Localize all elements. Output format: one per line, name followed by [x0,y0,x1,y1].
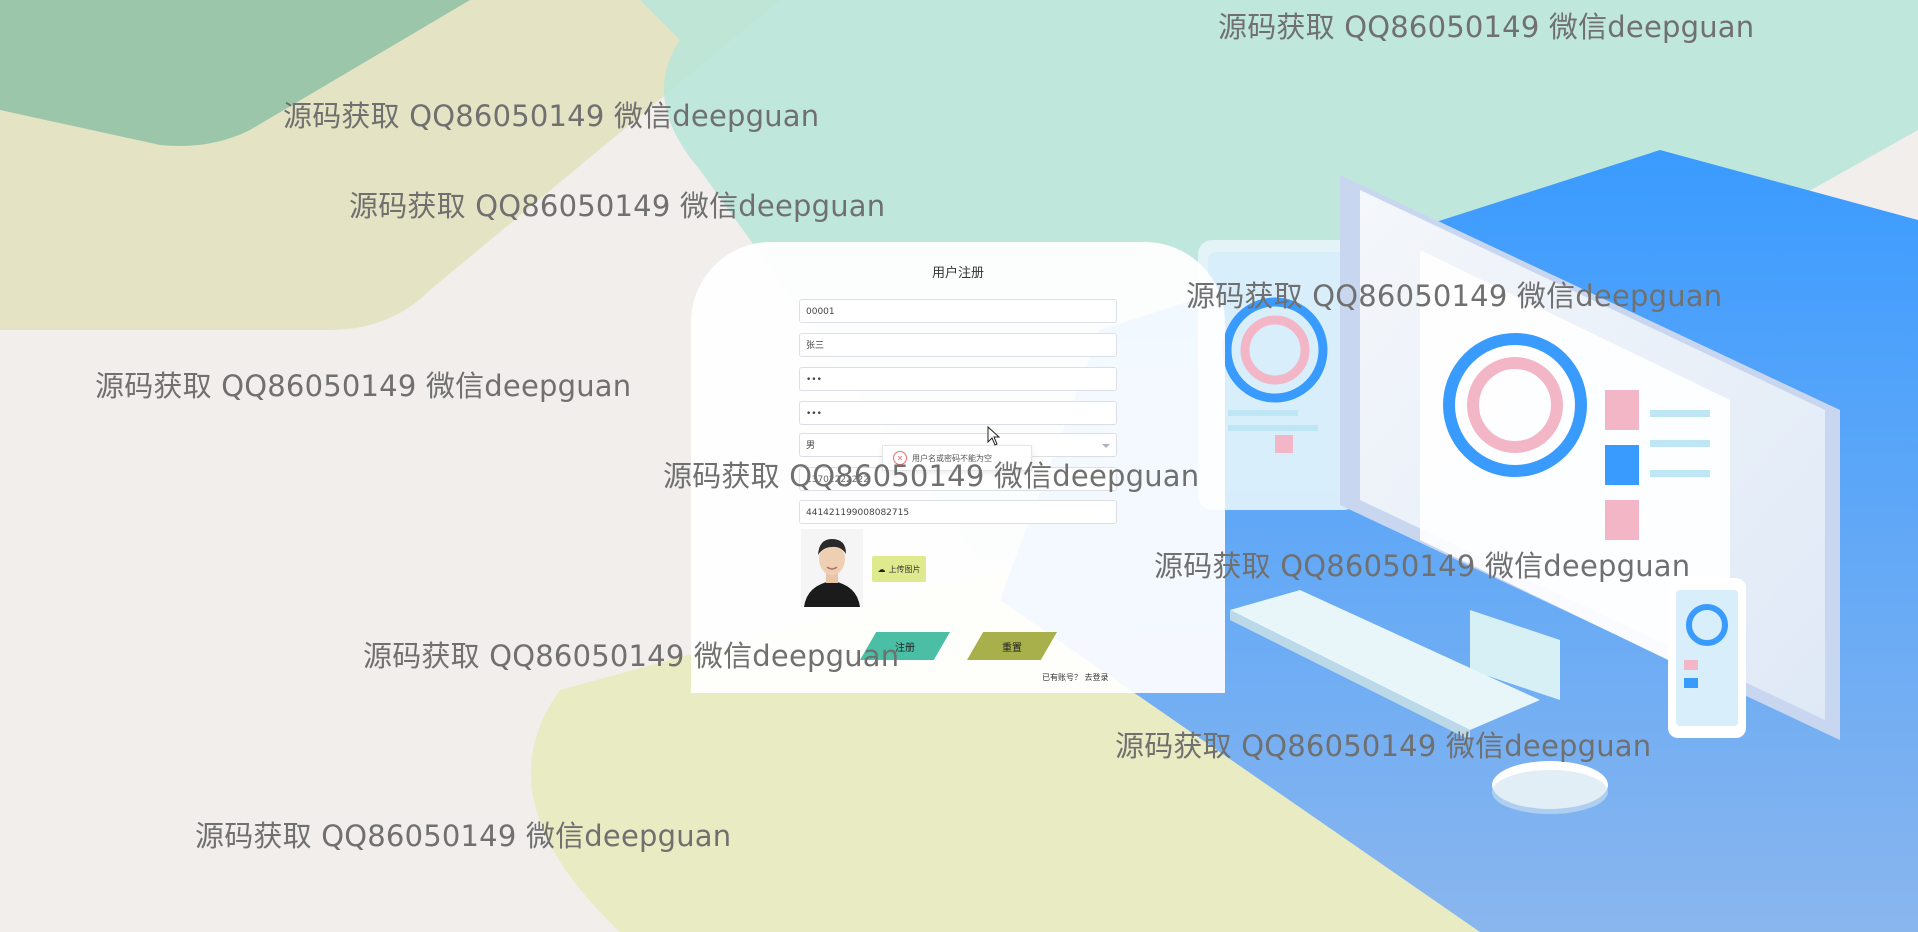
name-input[interactable]: 张三 [799,333,1117,357]
login-link-row: 已有账号？ 去登录 [1042,672,1109,683]
account-input[interactable]: 00001 [799,299,1117,323]
upload-image-button[interactable]: ☁ 上传图片 [872,556,926,582]
password-input[interactable]: ••• [799,367,1117,391]
avatar-photo [801,529,863,607]
avatar [801,529,863,607]
phone-illustration [1668,578,1746,738]
id-card-input[interactable]: 441421199008082715 [799,500,1117,524]
toast-message: 用户名或密码不能为空 [912,453,992,463]
upload-image-label: 上传图片 [888,564,921,574]
go-login-link[interactable]: 去登录 [1085,673,1109,682]
page-title: 用户注册 [931,266,984,281]
error-toast: ✕ 用户名或密码不能为空 [882,445,1032,471]
chevron-down-icon [1102,444,1110,448]
register-button[interactable]: 注册 [860,632,950,660]
reset-button[interactable]: 重置 [967,632,1057,660]
gender-select-value: 男 [806,441,816,451]
mouse-cursor-icon [987,426,1001,446]
have-account-text: 已有账号？ [1042,673,1082,682]
error-circle-icon: ✕ [893,451,907,465]
confirm-password-input[interactable]: ••• [799,401,1117,425]
cloud-upload-icon: ☁ [877,564,886,574]
